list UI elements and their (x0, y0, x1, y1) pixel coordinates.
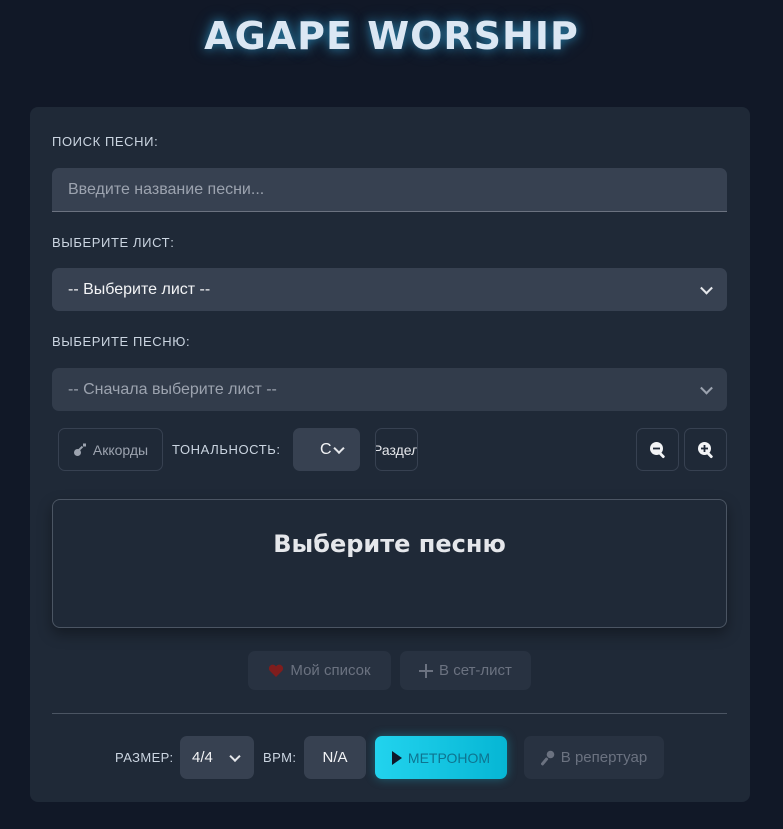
zoom-in-button[interactable] (684, 428, 727, 471)
zoom-out-icon (649, 441, 667, 459)
zoom-in-icon (697, 441, 715, 459)
chevron-down-icon (333, 442, 345, 454)
guitar-icon (73, 443, 87, 457)
song-select-value: -- Сначала выберите лист -- (68, 380, 277, 398)
time-signature-value: 4/4 (192, 749, 213, 766)
bpm-label: BPM: (263, 750, 297, 765)
zoom-out-button[interactable] (636, 428, 679, 471)
sections-button[interactable]: Раздел (375, 428, 418, 471)
song-select[interactable]: -- Сначала выберите лист -- (52, 368, 727, 411)
key-select[interactable]: C (293, 428, 360, 471)
key-label: ТОНАЛЬНОСТЬ: (172, 442, 281, 457)
sheet-label: ВЫБЕРИТЕ ЛИСТ: (52, 235, 175, 250)
time-signature-select[interactable]: 4/4 (180, 736, 254, 779)
repertoire-label: В репертуар (560, 749, 648, 766)
setlist-label: В сет-лист (439, 662, 512, 679)
favorites-label: Мой список (290, 662, 371, 679)
chords-label: Аккорды (92, 441, 149, 458)
chevron-down-icon (700, 381, 713, 395)
viewer-title: Выберите песню (273, 530, 506, 558)
metronome-label: МЕТРОНОМ (407, 749, 491, 766)
song-label: ВЫБЕРИТЕ ПЕСНЮ: (52, 334, 191, 349)
main-panel: ПОИСК ПЕСНИ: Введите название песни... В… (30, 107, 750, 802)
search-label: ПОИСК ПЕСНИ: (52, 134, 159, 149)
chevron-down-icon (229, 750, 241, 762)
sheet-select[interactable]: -- Выберите лист -- (52, 268, 727, 311)
search-input[interactable]: Введите название песни... (52, 168, 727, 212)
add-to-repertoire-button[interactable]: В репертуар (524, 736, 664, 779)
sections-label: Раздел (375, 441, 418, 458)
bpm-value[interactable]: N/A (304, 736, 366, 779)
song-viewer: Выберите песню (52, 499, 727, 628)
sheet-select-value: -- Выберите лист -- (68, 280, 211, 298)
plus-icon (419, 663, 434, 678)
divider (52, 713, 727, 714)
microphone-icon (540, 750, 555, 766)
metronome-button[interactable]: МЕТРОНОМ (375, 736, 507, 779)
chords-toggle-button[interactable]: Аккорды (58, 428, 163, 471)
chevron-down-icon (700, 281, 713, 295)
key-value: C (320, 440, 332, 458)
search-placeholder: Введите название песни... (68, 180, 265, 198)
app-title: AGAPE WORSHIP (204, 14, 579, 58)
favorites-button[interactable]: Мой список (248, 651, 391, 690)
add-to-setlist-button[interactable]: В сет-лист (400, 651, 531, 690)
time-signature-label: РАЗМЕР: (115, 750, 174, 765)
heart-icon (268, 664, 284, 678)
play-icon (391, 750, 402, 765)
